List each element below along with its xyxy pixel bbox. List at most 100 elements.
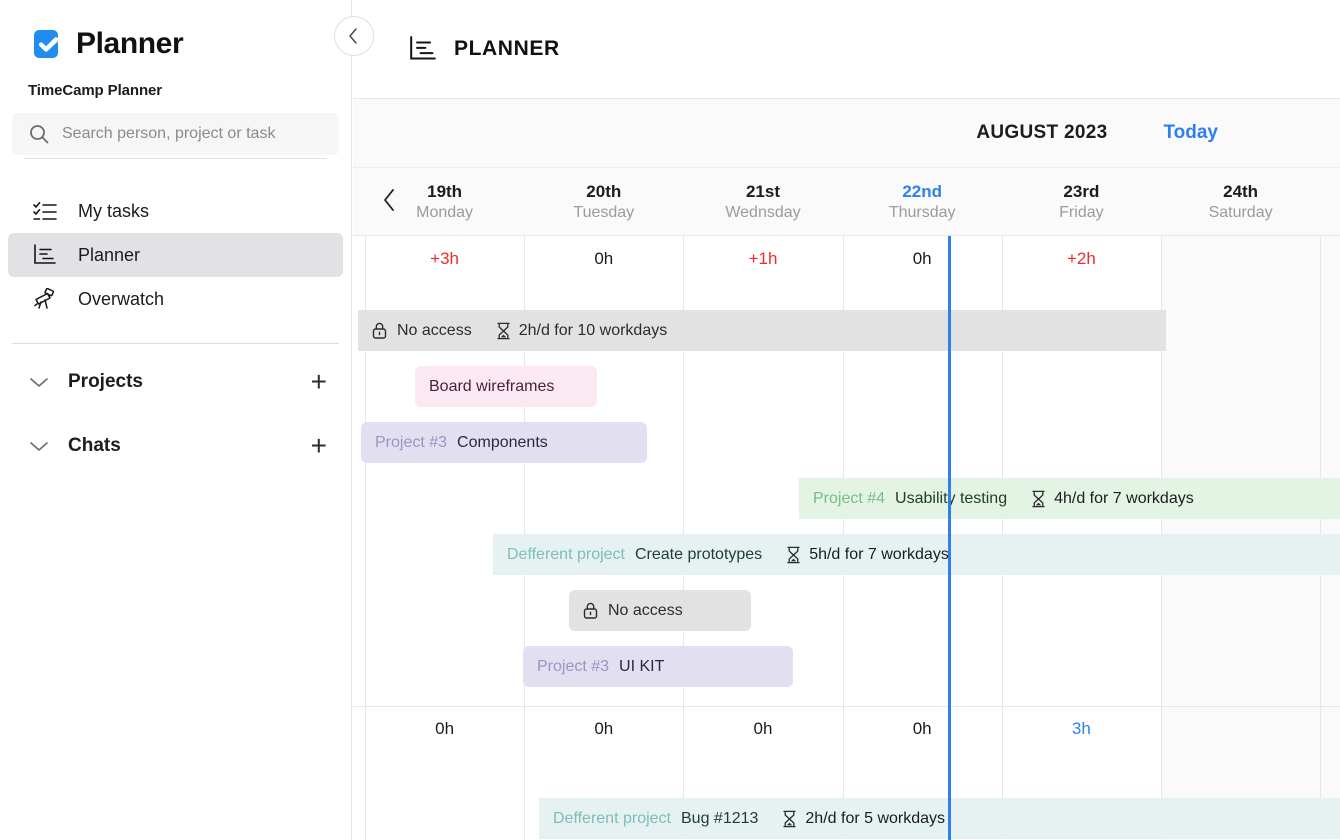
planner-logo-icon (28, 26, 64, 62)
task-estimate-label: 5h/d for 7 workdays (809, 545, 949, 563)
task-project-label: Project #3 (375, 433, 448, 451)
day-column-header[interactable]: 21st Wednsday (683, 168, 842, 236)
planner-icon (32, 244, 58, 266)
task-title: UI KIT (619, 657, 665, 675)
day-number: 20th (586, 182, 622, 201)
sidebar-item-label: Planner (78, 244, 141, 265)
checklist-icon (32, 200, 58, 222)
day-number: 19th (427, 182, 463, 201)
page-title: PLANNER (454, 37, 560, 60)
sidebar-item-overwatch[interactable]: Overwatch (8, 277, 343, 321)
lock-icon (583, 602, 598, 619)
telescope-icon (32, 288, 58, 310)
hourglass-icon (782, 810, 797, 828)
task-title: Create prototypes (635, 545, 763, 563)
brand-name: Planner (76, 27, 184, 60)
page-header: PLANNER (353, 0, 1340, 99)
hourglass-icon (786, 546, 801, 564)
day-header-row: 19th Monday 20th Tuesday 21st Wednsday 22nd Thu… (353, 168, 1340, 236)
task-bar[interactable]: Defferent project Create prototypes 5h/d f… (493, 534, 1340, 575)
chevron-down-icon[interactable] (28, 375, 50, 389)
task-project-label: Defferent project (507, 545, 625, 563)
main-panel: PLANNER AUGUST 2023 Today 19th Monday 20th… (353, 0, 1340, 840)
calendar-grid: +3h 0h +1h 0h +2h 0h 0h 0h 0h 3h No access 2h/d for… (353, 236, 1340, 840)
collapse-sidebar-button[interactable] (334, 16, 374, 56)
add-project-button[interactable]: + (311, 368, 327, 396)
day-column-header[interactable]: 24th Saturday (1161, 168, 1320, 236)
search-icon (28, 123, 50, 145)
day-hours-total: +3h (430, 249, 460, 268)
task-bar[interactable]: Project #4 Usability testing 4h/d for 7 wo… (799, 478, 1340, 519)
current-month-label: AUGUST 2023 (976, 122, 1108, 143)
search-input[interactable] (62, 125, 323, 143)
day-hours-total: 0h (594, 249, 614, 268)
sidebar-section-chats[interactable]: Chats + (12, 420, 339, 472)
task-title: No access (608, 601, 683, 619)
task-title: Usability testing (895, 489, 1008, 507)
task-bar[interactable]: Defferent project Bug #1213 2h/d for 5 wor… (539, 798, 1340, 839)
day-hours-total: 0h (594, 719, 614, 738)
brand: Planner (0, 0, 351, 62)
task-bar[interactable]: Project #3 Components (361, 422, 647, 463)
day-column-header[interactable]: 22nd Thursday (843, 168, 1002, 236)
day-number: 22nd (902, 182, 943, 201)
task-bar[interactable]: Board wireframes (415, 366, 597, 407)
day-hours-total: 3h (1071, 719, 1091, 738)
section-title: Chats (68, 435, 121, 456)
workspace-name: TimeCamp Planner (28, 82, 163, 99)
task-title: Components (457, 433, 548, 451)
task-estimate: 5h/d for 7 workdays (786, 546, 949, 564)
section-title: Projects (68, 371, 143, 392)
day-name: Monday (416, 204, 474, 221)
task-estimate-label: 4h/d for 7 workdays (1054, 489, 1194, 507)
sidebar-item-my-tasks[interactable]: My tasks (8, 189, 343, 233)
task-title: No access (397, 321, 472, 339)
task-title: Board wireframes (429, 377, 555, 395)
day-hours-total: 0h (753, 719, 773, 738)
day-name: Friday (1059, 204, 1104, 221)
day-name: Saturday (1208, 204, 1273, 221)
planner-icon (408, 36, 438, 62)
day-number: 21st (745, 182, 780, 201)
day-hours-total: 0h (435, 719, 455, 738)
task-estimate: 2h/d for 10 workdays (496, 321, 668, 340)
sidebar: Planner TimeCamp Planner My (0, 0, 352, 840)
chevron-left-icon (346, 27, 362, 45)
task-project-label: Defferent project (553, 809, 671, 827)
task-project-label: Project #4 (813, 489, 886, 507)
calendar-toolbar: AUGUST 2023 Today (353, 99, 1340, 168)
day-hours-total: 0h (912, 249, 932, 268)
task-estimate-label: 2h/d for 5 workdays (805, 809, 946, 827)
sidebar-section-projects[interactable]: Projects + (12, 356, 339, 408)
search-box[interactable] (12, 113, 339, 159)
day-name: Tuesday (573, 204, 635, 221)
day-column-header[interactable]: 23rd Friday (1002, 168, 1161, 236)
task-estimate: 2h/d for 5 workdays (782, 810, 945, 828)
hourglass-icon (1031, 490, 1046, 508)
sidebar-item-label: My tasks (78, 200, 150, 221)
today-button[interactable]: Today (1163, 122, 1218, 144)
day-column-header[interactable]: 19th Monday (365, 168, 524, 236)
day-number: 23rd (1063, 182, 1100, 201)
task-bar[interactable]: No access 2h/d for 10 workdays (358, 310, 1166, 351)
task-title: Bug #1213 (681, 809, 759, 827)
chevron-down-icon[interactable] (28, 439, 50, 453)
task-project-label: Project #3 (537, 657, 610, 675)
day-name: Wednsday (725, 204, 801, 221)
current-time-line (947, 236, 951, 840)
hourglass-icon (496, 322, 511, 340)
task-bar[interactable]: Project #3 UI KIT (523, 646, 793, 687)
sidebar-item-label: Overwatch (78, 288, 165, 309)
day-number: 24th (1223, 182, 1259, 201)
planner-app: Planner TimeCamp Planner My (0, 0, 1340, 840)
task-bar[interactable]: No access (569, 590, 751, 631)
task-estimate: 4h/d for 7 workdays (1031, 490, 1194, 508)
add-chat-button[interactable]: + (311, 432, 327, 460)
task-estimate-label: 2h/d for 10 workdays (518, 321, 668, 339)
grid-line-horizontal (353, 706, 1340, 707)
day-column-header[interactable]: 20th Tuesday (524, 168, 683, 236)
sidebar-item-planner[interactable]: Planner (8, 233, 343, 277)
day-hours-total: 0h (912, 719, 932, 738)
day-hours-total: +1h (748, 249, 778, 268)
sidebar-nav: My tasks Planner Overwatch (0, 189, 351, 321)
